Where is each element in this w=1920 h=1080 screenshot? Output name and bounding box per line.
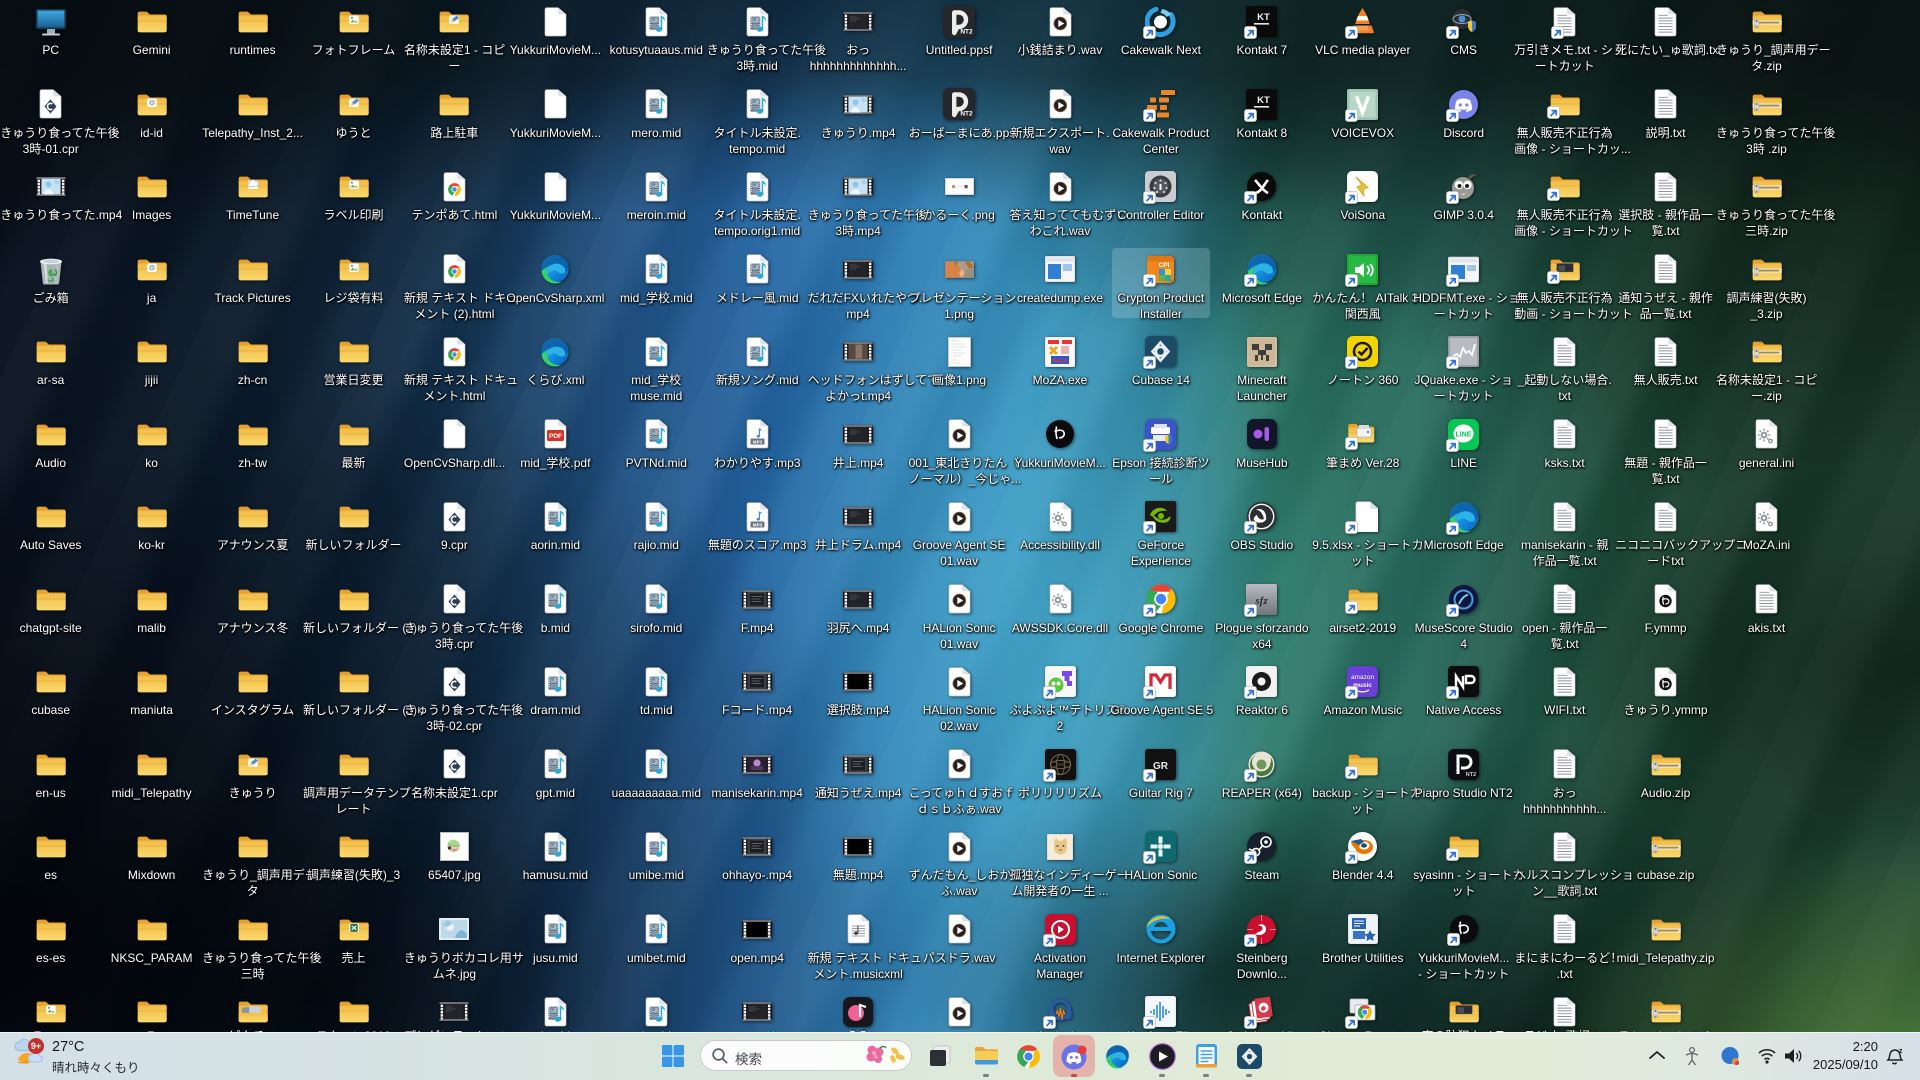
svg-text:KT: KT <box>1258 95 1271 106</box>
svg-text:LINE: LINE <box>1456 431 1472 438</box>
svg-text:z: z <box>1899 1048 1903 1055</box>
svg-text:amazon: amazon <box>1351 674 1375 681</box>
svg-text:CPI: CPI <box>1159 262 1170 269</box>
svg-text:KT: KT <box>1258 12 1271 23</box>
